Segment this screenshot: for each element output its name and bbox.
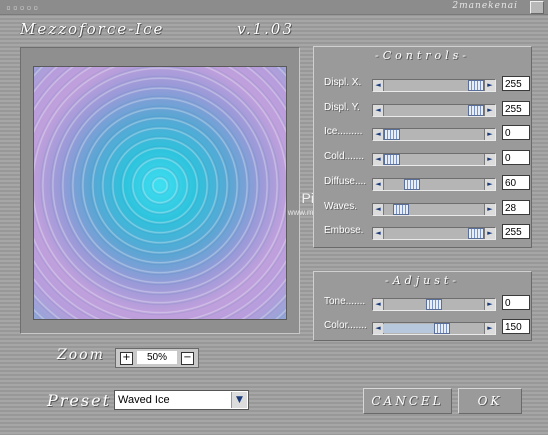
adjust-panel: -Adjust- Tone....... ◄ ► 0 Color....... ◄ ► 150 — [313, 271, 532, 341]
adjust-row: Tone....... ◄ ► 0 — [324, 295, 530, 311]
right-arrow-icon[interactable]: ► — [484, 80, 495, 91]
controls-value-input[interactable]: 0 — [502, 150, 530, 165]
controls-row-label: Embose. — [324, 225, 364, 236]
controls-slider[interactable]: ◄ ► — [372, 153, 496, 166]
title-bar-grip: ▫▫▫▫▫ — [6, 3, 41, 12]
controls-value-input[interactable]: 0 — [502, 125, 530, 140]
left-arrow-icon[interactable]: ◄ — [373, 80, 384, 91]
adjust-title: -Adjust- — [385, 274, 460, 287]
controls-slider[interactable]: ◄ ► — [372, 227, 496, 240]
controls-row: Cold....... ◄ ► 0 — [324, 150, 530, 166]
close-icon[interactable] — [530, 1, 544, 14]
left-arrow-icon[interactable]: ◄ — [373, 204, 384, 215]
controls-slider[interactable]: ◄ ► — [372, 178, 496, 191]
controls-value-input[interactable]: 255 — [502, 76, 530, 91]
right-arrow-icon[interactable]: ► — [484, 204, 495, 215]
controls-row: Waves. ◄ ► 28 — [324, 200, 530, 216]
controls-value-input[interactable]: 255 — [502, 224, 530, 239]
preset-label: Preset — [47, 391, 111, 410]
preset-dropdown[interactable]: Waved Ice ▼ — [114, 390, 249, 410]
right-arrow-icon[interactable]: ► — [484, 299, 495, 310]
controls-row-label: Waves. — [324, 201, 357, 212]
right-arrow-icon[interactable]: ► — [484, 228, 495, 239]
controls-row-label: Displ. X. — [324, 77, 362, 88]
slider-thumb[interactable] — [404, 179, 420, 190]
controls-row-label: Diffuse.... — [324, 176, 367, 187]
controls-row: Ice......... ◄ ► 0 — [324, 125, 530, 141]
right-arrow-icon[interactable]: ► — [484, 129, 495, 140]
right-arrow-icon[interactable]: ► — [484, 179, 495, 190]
controls-row: Diffuse.... ◄ ► 60 — [324, 175, 530, 191]
ok-button[interactable]: OK — [458, 388, 522, 414]
title-bar: ▫▫▫▫▫ 2manekenai — [0, 0, 548, 15]
cancel-button[interactable]: CANCEL — [363, 388, 452, 414]
brand-label: 2manekenai — [452, 1, 518, 11]
zoom-label: Zoom — [57, 347, 105, 363]
right-arrow-icon[interactable]: ► — [484, 154, 495, 165]
preset-selected-value: Waved Ice — [118, 394, 170, 406]
zoom-value[interactable]: 50% — [137, 351, 177, 364]
controls-row: Embose. ◄ ► 255 — [324, 224, 530, 240]
right-arrow-icon[interactable]: ► — [484, 323, 495, 334]
right-arrow-icon[interactable]: ► — [484, 105, 495, 116]
zoom-control: + 50% − — [115, 348, 199, 368]
slider-thumb[interactable] — [426, 299, 442, 310]
adjust-row: Color....... ◄ ► 150 — [324, 319, 530, 335]
controls-slider[interactable]: ◄ ► — [372, 104, 496, 117]
adjust-row-label: Color....... — [324, 320, 367, 331]
adjust-slider[interactable]: ◄ ► — [372, 298, 496, 311]
controls-slider[interactable]: ◄ ► — [372, 203, 496, 216]
left-arrow-icon[interactable]: ◄ — [373, 154, 384, 165]
version-label: v.1.03 — [237, 20, 294, 38]
slider-thumb[interactable] — [384, 154, 400, 165]
controls-slider[interactable]: ◄ ► — [372, 128, 496, 141]
left-arrow-icon[interactable]: ◄ — [373, 299, 384, 310]
slider-thumb[interactable] — [393, 204, 409, 215]
preview-image[interactable] — [33, 66, 287, 320]
slider-thumb[interactable] — [468, 228, 484, 239]
zoom-out-button[interactable]: − — [181, 352, 194, 365]
controls-panel: -Controls- Displ. X. ◄ ► 255 Displ. Y. ◄ ► 255 I… — [313, 46, 532, 248]
slider-thumb[interactable] — [434, 323, 450, 334]
slider-thumb[interactable] — [384, 129, 400, 140]
adjust-slider[interactable]: ◄ ► — [372, 322, 496, 335]
controls-value-input[interactable]: 60 — [502, 175, 530, 190]
left-arrow-icon[interactable]: ◄ — [373, 179, 384, 190]
adjust-row-label: Tone....... — [324, 296, 366, 307]
left-arrow-icon[interactable]: ◄ — [373, 129, 384, 140]
chevron-down-icon[interactable]: ▼ — [231, 392, 247, 408]
controls-row-label: Cold....... — [324, 151, 365, 162]
controls-row: Displ. X. ◄ ► 255 — [324, 76, 530, 92]
left-arrow-icon[interactable]: ◄ — [373, 105, 384, 116]
controls-row-label: Ice......... — [324, 126, 363, 137]
adjust-value-input[interactable]: 0 — [502, 295, 530, 310]
controls-row-label: Displ. Y. — [324, 102, 360, 113]
slider-thumb[interactable] — [468, 105, 484, 116]
left-arrow-icon[interactable]: ◄ — [373, 228, 384, 239]
controls-value-input[interactable]: 255 — [502, 101, 530, 116]
zoom-in-button[interactable]: + — [120, 352, 133, 365]
slider-thumb[interactable] — [468, 80, 484, 91]
controls-slider[interactable]: ◄ ► — [372, 79, 496, 92]
adjust-value-input[interactable]: 150 — [502, 319, 530, 334]
app-name: Mezzoforce-Ice — [20, 20, 165, 38]
controls-row: Displ. Y. ◄ ► 255 — [324, 101, 530, 117]
controls-title: -Controls- — [374, 49, 471, 62]
controls-value-input[interactable]: 28 — [502, 200, 530, 215]
